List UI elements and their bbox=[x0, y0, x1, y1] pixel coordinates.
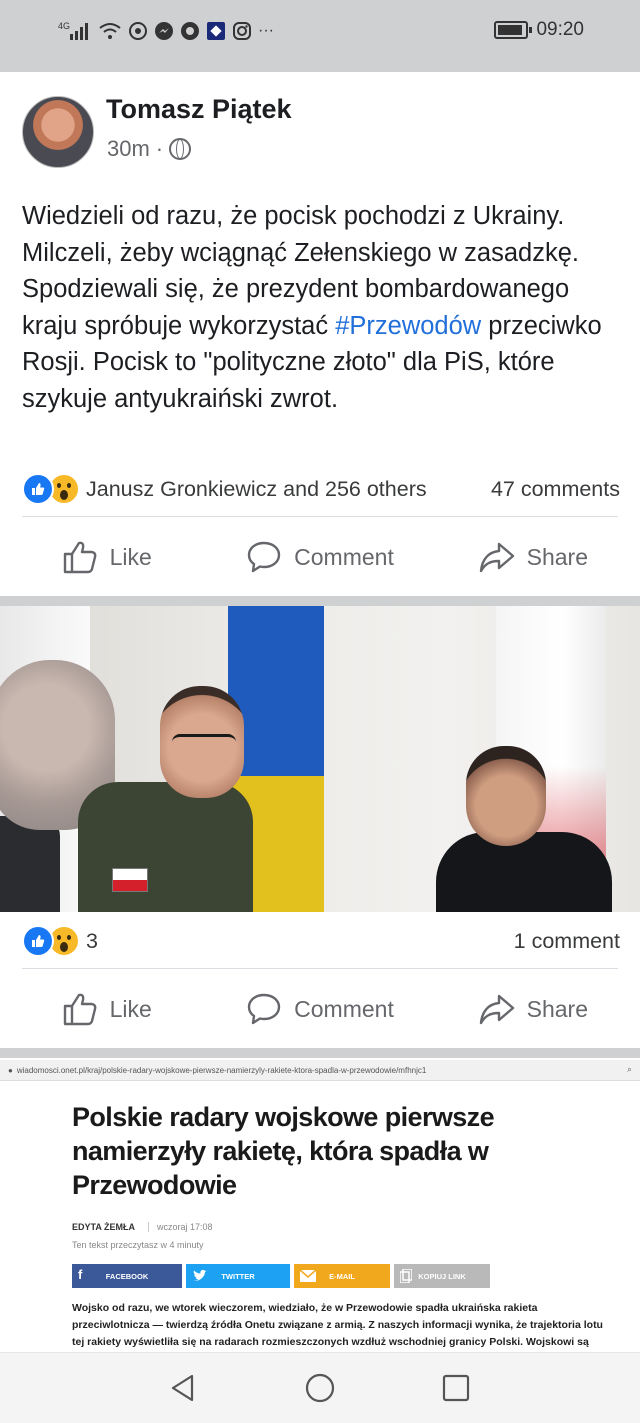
email-share-button: E-MAIL bbox=[294, 1264, 390, 1288]
post-time[interactable]: 30m bbox=[107, 136, 150, 162]
comment-icon bbox=[247, 541, 281, 573]
photo-actions: Like Comment Share bbox=[0, 974, 640, 1044]
article-date: wczoraj 17:08 bbox=[148, 1222, 213, 1232]
person-center-body bbox=[78, 782, 253, 912]
reaction-count[interactable]: 3 bbox=[86, 929, 514, 954]
comment-icon bbox=[247, 993, 281, 1025]
author-name[interactable]: Tomasz Piątek bbox=[106, 94, 292, 125]
person-left-body bbox=[0, 816, 60, 912]
photo-comments-count[interactable]: 1 comment bbox=[514, 929, 620, 954]
twitter-share-button: TWITTER bbox=[186, 1264, 290, 1288]
article-screenshot[interactable]: ● wiadomosci.onet.pl/kraj/polskie-radary… bbox=[0, 1060, 640, 1360]
messenger-icon bbox=[155, 22, 173, 40]
article-url: wiadomosci.onet.pl/kraj/polskie-radary-w… bbox=[16, 1065, 427, 1075]
like-reaction-icon bbox=[22, 473, 54, 505]
post-text: Wiedzieli od razu, że pocisk pochodzi z … bbox=[22, 198, 622, 417]
android-nav-bar bbox=[0, 1352, 640, 1423]
comment-button[interactable]: Comment bbox=[213, 522, 426, 592]
glasses bbox=[172, 734, 236, 753]
comment-label: Comment bbox=[294, 995, 394, 1022]
share-label: Share bbox=[526, 543, 588, 570]
more-notifications: ··· bbox=[258, 22, 274, 39]
status-bar: 4G ··· 09:20 bbox=[0, 0, 640, 72]
share-label: Share bbox=[526, 995, 588, 1022]
post-photo[interactable] bbox=[0, 606, 640, 912]
copy-link-button: KOPIUJ LINK bbox=[394, 1264, 490, 1288]
article-body: Wojsko od razu, we wtorek wieczorem, wie… bbox=[72, 1302, 603, 1348]
instagram-icon bbox=[233, 22, 251, 40]
avatar[interactable] bbox=[22, 96, 94, 168]
reactions-summary[interactable]: Janusz Gronkiewicz and 256 others 47 com… bbox=[22, 471, 620, 507]
network-type-label: 4G bbox=[58, 21, 70, 31]
signal-icon: 4G bbox=[58, 21, 88, 40]
person-right-head bbox=[466, 746, 546, 846]
post-separator bbox=[0, 596, 640, 606]
facebook-icon: f bbox=[78, 1267, 83, 1282]
person-right-body bbox=[436, 832, 612, 912]
app-icon bbox=[207, 22, 225, 40]
comments-count[interactable]: 47 comments bbox=[491, 477, 620, 502]
twitter-share-label: TWITTER bbox=[221, 1271, 255, 1281]
hashtag-link[interactable]: #Przewodów bbox=[335, 312, 481, 340]
comment-button[interactable]: Comment bbox=[213, 974, 426, 1044]
comment-label: Comment bbox=[294, 543, 394, 570]
twitter-icon bbox=[193, 1269, 207, 1281]
email-share-label: E-MAIL bbox=[329, 1271, 355, 1281]
article-title: Polskie radary wojskowe pierwsze namierz… bbox=[72, 1102, 495, 1200]
like-label: Like bbox=[109, 543, 152, 570]
article-share-buttons: f FACEBOOK TWITTER E-MAIL KOPIUJ LINK bbox=[72, 1264, 490, 1288]
post-separator bbox=[0, 1048, 640, 1058]
reaction-icons bbox=[22, 473, 80, 505]
like-label: Like bbox=[109, 995, 152, 1022]
post-meta: 30m · bbox=[107, 136, 192, 162]
camera-icon bbox=[181, 22, 199, 40]
share-button[interactable]: Share bbox=[427, 974, 640, 1044]
status-right: 09:20 bbox=[494, 19, 584, 41]
wifi-icon bbox=[99, 23, 121, 39]
like-button[interactable]: Like bbox=[0, 974, 213, 1044]
url-bar: ● wiadomosci.onet.pl/kraj/polskie-radary… bbox=[0, 1060, 640, 1081]
lock-icon: ● bbox=[8, 1065, 13, 1075]
copy-icon bbox=[400, 1269, 412, 1283]
recents-icon[interactable] bbox=[441, 1373, 471, 1403]
home-icon[interactable] bbox=[304, 1373, 336, 1405]
divider bbox=[22, 968, 618, 969]
clock: 09:20 bbox=[536, 19, 584, 40]
share-icon bbox=[479, 542, 514, 573]
copy-link-label: KOPIUJ LINK bbox=[418, 1271, 466, 1281]
status-icons: 4G ··· bbox=[58, 20, 274, 42]
facebook-share-label: FACEBOOK bbox=[105, 1271, 149, 1281]
globe-icon bbox=[169, 138, 192, 160]
article-read-time: Ten tekst przeczytasz w 4 minuty bbox=[72, 1240, 204, 1250]
share-button[interactable]: Share bbox=[427, 522, 640, 592]
battery-icon bbox=[494, 21, 533, 39]
back-icon[interactable] bbox=[168, 1373, 198, 1403]
like-reaction-icon bbox=[22, 925, 54, 957]
like-button[interactable]: Like bbox=[0, 522, 213, 592]
post-actions: Like Comment Share bbox=[0, 522, 640, 592]
photo-reactions-summary[interactable]: 3 1 comment bbox=[22, 923, 620, 959]
like-icon bbox=[63, 993, 96, 1026]
facebook-share-button: f FACEBOOK bbox=[72, 1264, 182, 1288]
email-icon bbox=[300, 1270, 316, 1282]
share-icon bbox=[479, 994, 514, 1025]
meta-separator: · bbox=[155, 136, 164, 161]
search-icon: ⌕ bbox=[626, 1064, 632, 1074]
reaction-icons bbox=[22, 925, 80, 957]
post-header: Tomasz Piątek 30m · bbox=[0, 72, 640, 182]
reaction-names[interactable]: Janusz Gronkiewicz and 256 others bbox=[86, 477, 491, 502]
like-icon bbox=[63, 541, 96, 574]
flag-patch bbox=[112, 868, 148, 892]
divider bbox=[22, 516, 618, 517]
sync-icon bbox=[129, 22, 147, 40]
article-author: EDYTA ŻEMŁA bbox=[72, 1222, 135, 1232]
